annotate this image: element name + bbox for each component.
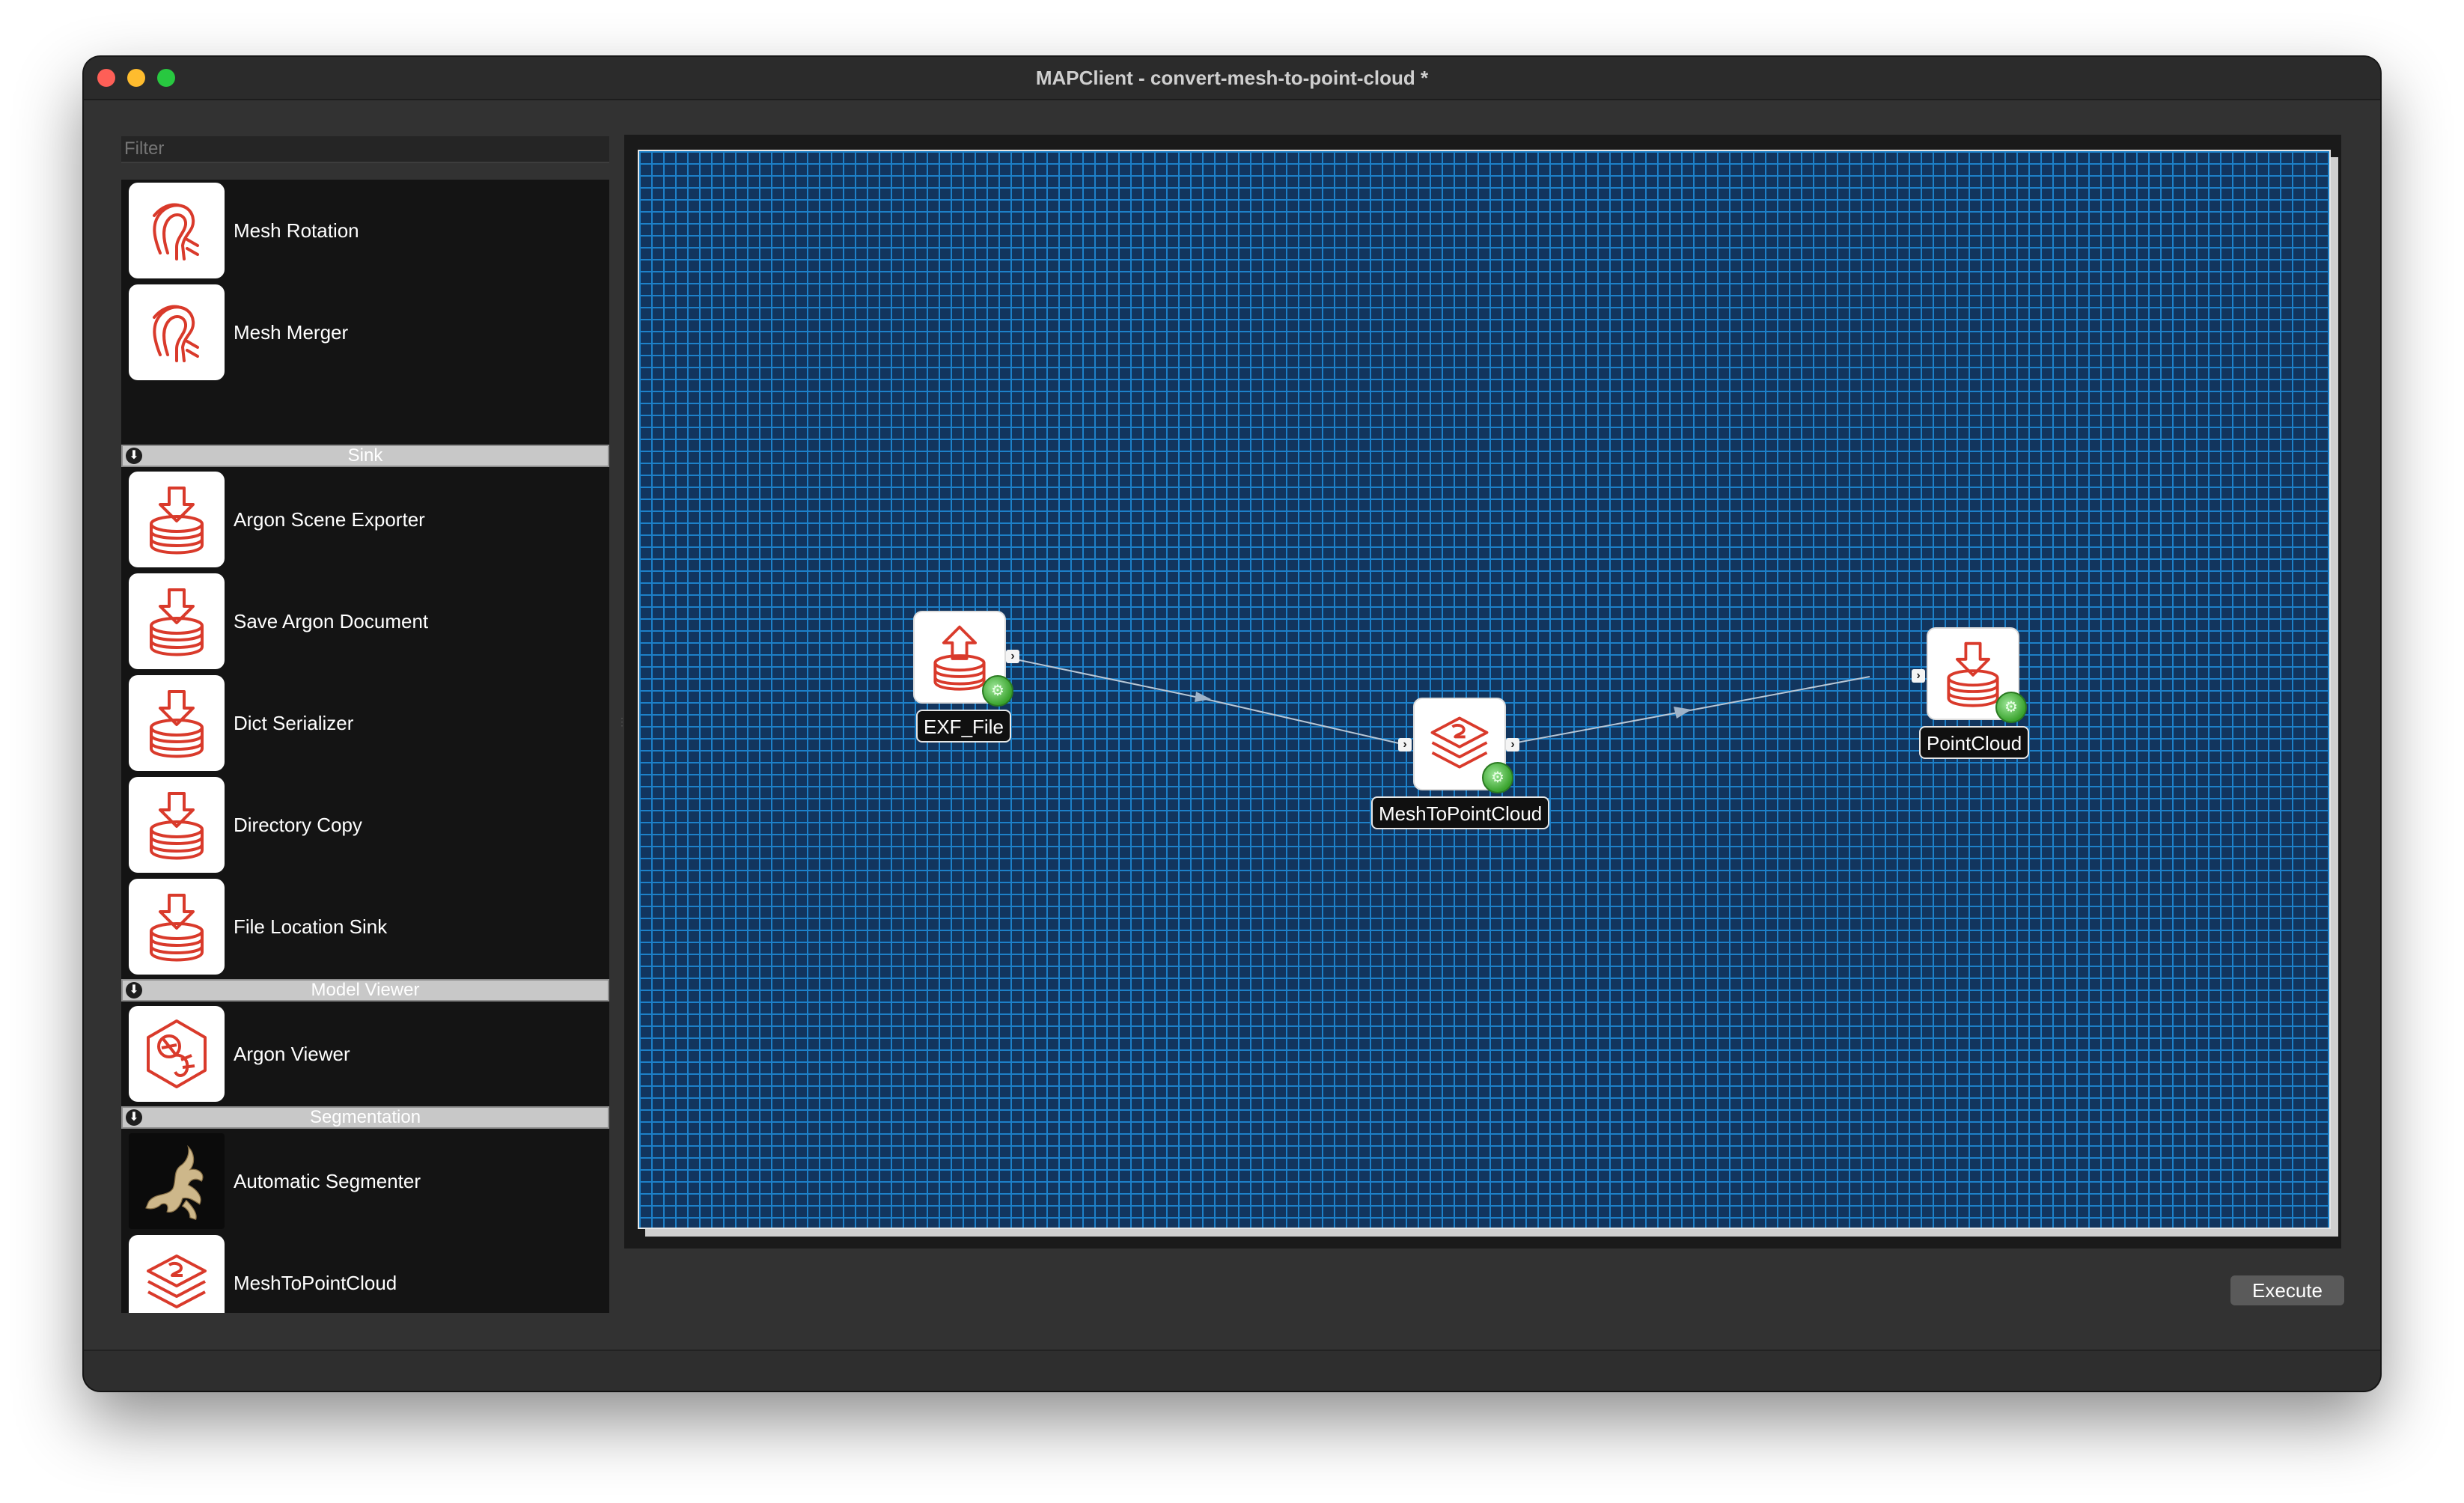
configured-status-icon: ⚙	[1482, 762, 1513, 793]
output-port[interactable]: ›	[1006, 650, 1019, 663]
input-port[interactable]: ›	[1398, 738, 1412, 752]
workflow-edges	[1019, 659, 1870, 746]
edge-mesh-to-pointcloud[interactable]	[1508, 676, 1870, 745]
node-label: EXF_File	[916, 710, 1011, 743]
configured-status-icon: ⚙	[982, 675, 1013, 707]
input-port[interactable]: ›	[1912, 669, 1925, 683]
app-window: MAPClient - convert-mesh-to-point-cloud …	[84, 57, 2380, 1391]
edge-exf-to-mesh[interactable]	[1019, 659, 1409, 746]
node-label: PointCloud	[1919, 726, 2030, 759]
status-bar	[84, 1350, 2380, 1391]
node-label: MeshToPointCloud	[1371, 796, 1550, 829]
output-port[interactable]: ›	[1506, 738, 1519, 752]
execute-button[interactable]: Execute	[2230, 1275, 2344, 1305]
configured-status-icon: ⚙	[1995, 692, 2027, 723]
